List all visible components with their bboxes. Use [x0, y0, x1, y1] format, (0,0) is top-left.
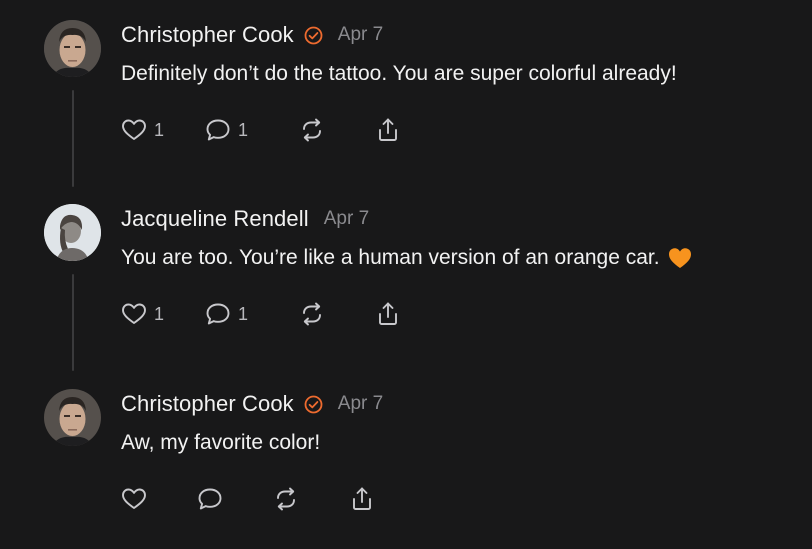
comment-icon: [204, 116, 232, 144]
post-header: Christopher Cook Apr 7: [121, 391, 383, 417]
like-button[interactable]: 1: [120, 116, 164, 144]
repost-button[interactable]: [298, 116, 326, 144]
post-header: Jacqueline Rendell Apr 7: [121, 206, 369, 232]
avatar[interactable]: [44, 20, 101, 77]
reply-post: Jacqueline Rendell Apr 7 You are too. Yo…: [0, 204, 812, 364]
author-name[interactable]: Christopher Cook: [121, 22, 294, 48]
share-icon: [374, 300, 402, 328]
post-date: Apr 7: [337, 24, 384, 45]
orange-heart-emoji: [668, 247, 692, 269]
repost-button[interactable]: [298, 300, 326, 328]
heart-icon: [120, 300, 148, 328]
comment-icon: [196, 485, 224, 513]
comment-icon: [204, 300, 232, 328]
reply-post: Christopher Cook Apr 7 Definitely don’t …: [0, 20, 812, 180]
author-name[interactable]: Jacqueline Rendell: [121, 206, 309, 232]
repost-button[interactable]: [272, 485, 300, 513]
share-button[interactable]: [374, 300, 402, 328]
post-text-content: Definitely don’t do the tattoo. You are …: [121, 62, 677, 85]
comment-button[interactable]: 1: [204, 116, 248, 144]
post-text: You are too. You’re like a human version…: [121, 246, 692, 270]
post-header: Christopher Cook Apr 7: [121, 22, 383, 48]
share-button[interactable]: [374, 116, 402, 144]
share-icon: [374, 116, 402, 144]
repost-icon: [298, 116, 326, 144]
author-name[interactable]: Christopher Cook: [121, 391, 294, 417]
avatar[interactable]: [44, 389, 101, 446]
like-button[interactable]: 1: [120, 300, 164, 328]
post-text: Aw, my favorite color!: [121, 431, 320, 455]
repost-icon: [298, 300, 326, 328]
heart-icon: [120, 116, 148, 144]
post-text-content: Aw, my favorite color!: [121, 431, 321, 454]
comment-button[interactable]: [196, 485, 224, 513]
like-count: 1: [154, 119, 165, 140]
verified-badge-icon: [304, 395, 323, 414]
post-text-content: You are too. You’re like a human version…: [121, 246, 660, 269]
avatar[interactable]: [44, 204, 101, 261]
post-date: Apr 7: [323, 208, 370, 229]
share-button[interactable]: [348, 485, 376, 513]
like-button[interactable]: [120, 485, 148, 513]
comment-button[interactable]: 1: [204, 300, 248, 328]
reply-post: Christopher Cook Apr 7 Aw, my favorite c…: [0, 389, 812, 549]
share-icon: [348, 485, 376, 513]
post-date: Apr 7: [337, 393, 384, 414]
reply-count: 1: [238, 119, 249, 140]
verified-badge-icon: [304, 26, 323, 45]
post-text: Definitely don’t do the tattoo. You are …: [121, 62, 677, 86]
like-count: 1: [154, 303, 165, 324]
repost-icon: [272, 485, 300, 513]
heart-icon: [120, 485, 148, 513]
reply-count: 1: [238, 303, 249, 324]
